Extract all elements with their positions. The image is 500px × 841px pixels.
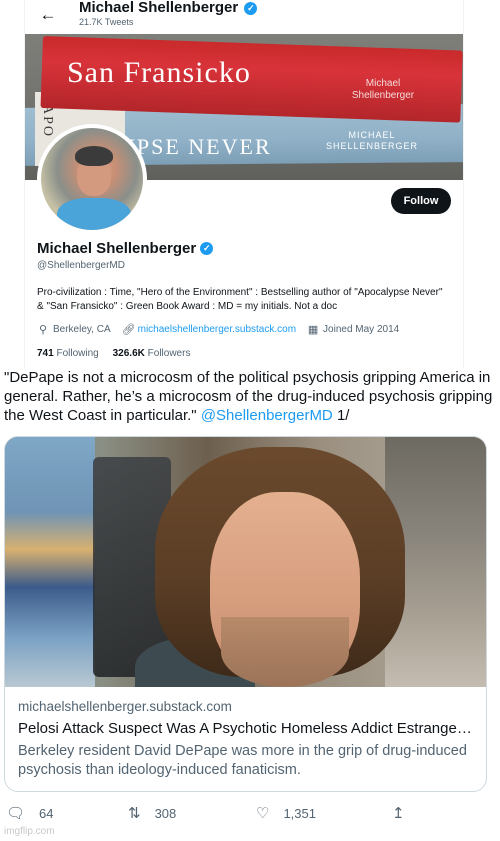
- link-card-description: Berkeley resident David DePape was more …: [18, 743, 467, 778]
- back-button[interactable]: ←: [33, 2, 63, 28]
- following-label: Following: [56, 348, 99, 359]
- following-count: 741: [37, 348, 54, 359]
- tweet-count: 21.7K Tweets: [79, 17, 134, 27]
- heart-icon: ♡: [256, 805, 270, 822]
- banner-book-red-author: Michael Shellenberger: [351, 78, 415, 101]
- followers-link[interactable]: 326.6K Followers: [113, 348, 191, 359]
- location-text: Berkeley, CA: [53, 324, 111, 335]
- joined-text: Joined May 2014: [323, 324, 400, 335]
- follow-button[interactable]: Follow: [391, 188, 451, 214]
- banner-book-white-text: APO: [40, 104, 55, 139]
- calendar-icon: ▦: [307, 324, 319, 336]
- link-preview-card[interactable]: michaelshellenberger.substack.com Pelosi…: [4, 436, 487, 792]
- profile-meta-row: ⚲ Berkeley, CA 🔗︎ michaelshellenberger.s…: [37, 323, 410, 336]
- share-icon: ↥: [392, 805, 405, 822]
- following-link[interactable]: 741 Following: [37, 348, 102, 359]
- banner-book-blue-author: MICHAEL SHELLENBERGER: [325, 130, 419, 151]
- photo-beard: [221, 617, 349, 687]
- followers-count: 326.6K: [112, 348, 145, 359]
- avatar-shirt: [57, 198, 131, 230]
- tweet-thread-number: 1/: [336, 407, 350, 424]
- retweet-icon: ⇅: [128, 805, 141, 822]
- joined-item: ▦ Joined May 2014: [307, 323, 399, 336]
- location-item: ⚲ Berkeley, CA: [37, 323, 111, 336]
- avatar-hair: [75, 146, 113, 166]
- retweet-button[interactable]: ⇅ 308: [128, 804, 176, 822]
- banner-book-red-title: San Fransicko: [67, 56, 251, 89]
- website-item: 🔗︎ michaelshellenberger.substack.com: [122, 323, 296, 336]
- link-card-title: Pelosi Attack Suspect Was A Psychotic Ho…: [18, 720, 478, 737]
- profile-bio: Pro-civilization : Time, "Hero of the En…: [37, 287, 443, 312]
- verified-badge-icon: ✓: [200, 242, 214, 255]
- followers-label: Followers: [147, 348, 191, 359]
- arrow-left-icon: ←: [39, 5, 57, 24]
- profile-card: ← Michael Shellenberger ✓ 21.7K Tweets A…: [24, 0, 464, 368]
- profile-name-row: Michael Shellenberger ✓: [37, 240, 214, 257]
- reply-count: 64: [39, 805, 54, 821]
- tweet-text: "DePape is not a microcosm of the politi…: [4, 368, 494, 425]
- display-name: Michael Shellenberger: [37, 240, 197, 257]
- profile-handle: @ShellenbergerMD: [37, 260, 125, 271]
- location-pin-icon: ⚲: [38, 324, 48, 336]
- verified-badge-icon: ✓: [244, 1, 258, 15]
- reply-icon: 🗨︎: [6, 805, 26, 822]
- retweet-count: 308: [154, 805, 177, 821]
- photo-mural: [5, 437, 95, 687]
- like-button[interactable]: ♡ 1,351: [256, 804, 316, 822]
- share-button[interactable]: ↥: [392, 804, 405, 822]
- like-count: 1,351: [283, 805, 316, 821]
- avatar[interactable]: [37, 124, 147, 234]
- imgflip-watermark: imgflip.com: [4, 826, 55, 837]
- reply-button[interactable]: 🗨︎ 64: [6, 804, 54, 822]
- link-icon: 🔗︎: [121, 324, 136, 336]
- follow-stats-row: 741 Following 326.6K Followers: [37, 348, 190, 359]
- link-card-photo: [5, 437, 486, 687]
- tweet-mention-link[interactable]: @ShellenbergerMD: [201, 407, 333, 424]
- header-profile-name: Michael Shellenberger ✓: [79, 0, 258, 16]
- link-card-domain: michaelshellenberger.substack.com: [18, 699, 232, 714]
- website-link[interactable]: michaelshellenberger.substack.com: [138, 324, 296, 335]
